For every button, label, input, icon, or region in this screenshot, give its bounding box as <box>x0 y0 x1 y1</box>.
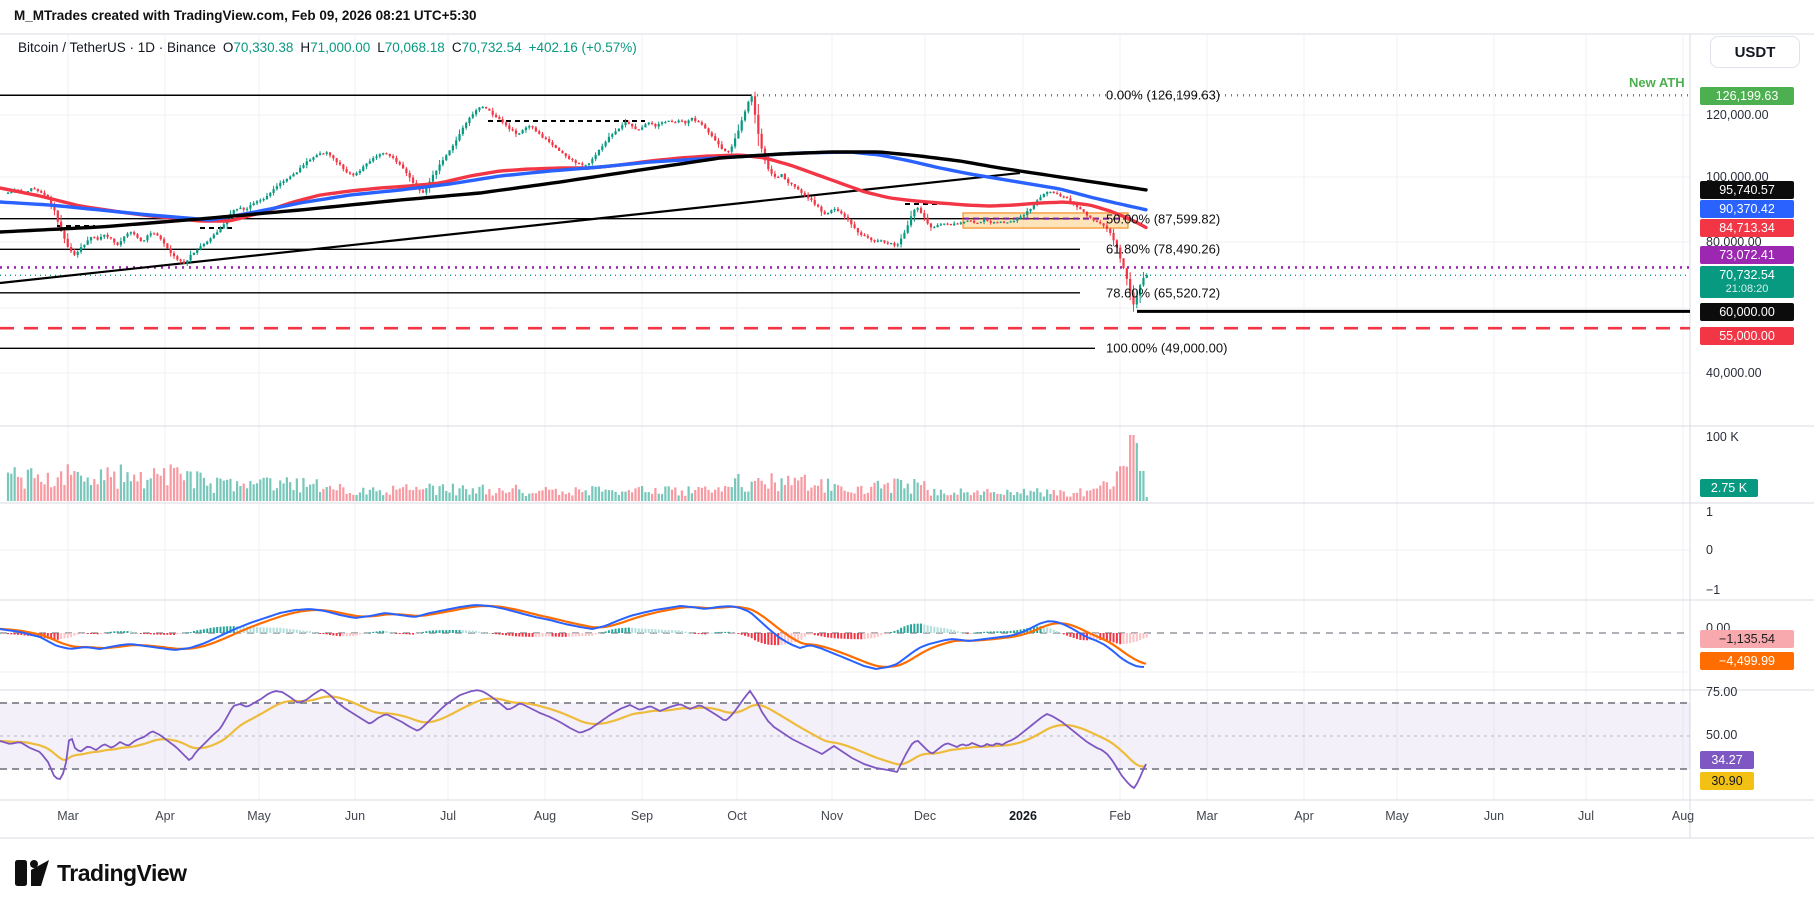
price-badge: 70,732.54 21:08:20 <box>1700 266 1794 298</box>
ohlc-value-l: 70,068.18 <box>384 40 445 55</box>
time-axis-label: Mar <box>1196 809 1218 823</box>
fib-level-label-0: 0.00% (126,199.63) <box>1106 87 1221 103</box>
axis-tick: 1 <box>1706 505 1713 519</box>
time-axis-label: Feb <box>1109 809 1131 823</box>
price-badge: 30.90 <box>1700 772 1754 790</box>
time-axis-label: Apr <box>155 809 175 823</box>
price-badge: −1,135.54 <box>1700 630 1794 648</box>
price-badge: −4,499.99 <box>1700 652 1794 670</box>
time-axis-label: Dec <box>913 809 937 823</box>
time-axis-label: Jun <box>344 809 366 823</box>
axis-tick: 100 K <box>1706 430 1739 444</box>
time-axis-label: Oct <box>727 809 747 823</box>
ohlc-label-l: L <box>377 40 385 55</box>
fib-level-label-78.6: 78.60% (65,520.72) <box>1106 285 1221 301</box>
price-badge: 60,000.00 <box>1700 303 1794 321</box>
time-axis-label: Mar <box>57 809 79 823</box>
axis-tick: −1 <box>1706 583 1721 597</box>
time-axis-label: Sep <box>630 809 654 823</box>
time-axis-label: May <box>1385 809 1409 823</box>
price-badge: 34.27 <box>1700 751 1754 769</box>
time-axis-label: 2026 <box>1009 809 1037 823</box>
fib-level-label-100: 100.00% (49,000.00) <box>1106 340 1228 356</box>
time-axis-label: Apr <box>1294 809 1314 823</box>
time-axis-label: Nov <box>820 809 844 823</box>
tradingview-logo-icon <box>15 860 49 886</box>
currency-toggle-button[interactable]: USDT <box>1710 36 1800 68</box>
ohlc-label-h: H <box>300 40 311 55</box>
price-badge: 84,713.34 <box>1700 219 1794 237</box>
time-axis-label: May <box>247 809 271 823</box>
fib-level-label-61.8: 61.80% (78,490.26) <box>1106 241 1221 257</box>
time-axis-label: Aug <box>533 809 557 823</box>
axis-tick: 40,000.00 <box>1706 366 1762 380</box>
price-badge: 2.75 K <box>1700 479 1758 497</box>
tradingview-chart-screenshot: M_MTrades created with TradingView.com, … <box>0 0 1814 915</box>
ohlc-label-o: O <box>222 40 234 55</box>
symbol-title[interactable]: Bitcoin / TetherUS · 1D · Binance <box>18 40 216 55</box>
ohlc-label-c: C <box>451 40 462 55</box>
price-badge: 73,072.41 <box>1700 246 1794 264</box>
ohlc-value-h: 71,000.00 <box>310 40 371 55</box>
price-change: +402.16 (+0.57%) <box>528 40 637 55</box>
fib-level-label-50: 50.00% (87,599.82) <box>1106 211 1221 227</box>
ohlc-value-o: 70,330.38 <box>233 40 294 55</box>
price-badge: 126,199.63 <box>1700 87 1794 105</box>
price-badge: 55,000.00 <box>1700 327 1794 345</box>
chart-canvas[interactable] <box>0 0 1814 915</box>
tradingview-logo-text: TradingView <box>57 859 187 886</box>
axis-tick: 0 <box>1706 543 1713 557</box>
axis-tick: 120,000.00 <box>1706 108 1769 122</box>
ohlc-readout: O70,330.38 H71,000.00 L70,068.18 C70,732.54 <box>216 40 522 55</box>
symbol-info-bar[interactable]: Bitcoin / TetherUS · 1D · Binance O70,330… <box>18 40 637 55</box>
time-axis-label: Jul <box>440 809 456 823</box>
price-badge: 95,740.57 <box>1700 181 1794 199</box>
ohlc-value-c: 70,732.54 <box>461 40 522 55</box>
tradingview-logo[interactable]: TradingView <box>15 858 187 888</box>
price-badge: 90,370.42 <box>1700 200 1794 218</box>
countdown-timer: 21:08:20 <box>1725 283 1769 295</box>
time-axis-label: Jun <box>1483 809 1505 823</box>
new-ath-label: New ATH <box>1629 75 1685 91</box>
time-axis-label: Aug <box>1671 809 1695 823</box>
axis-tick: 50.00 <box>1706 728 1738 742</box>
time-axis-label: Jul <box>1578 809 1594 823</box>
axis-tick: 75.00 <box>1706 685 1738 699</box>
